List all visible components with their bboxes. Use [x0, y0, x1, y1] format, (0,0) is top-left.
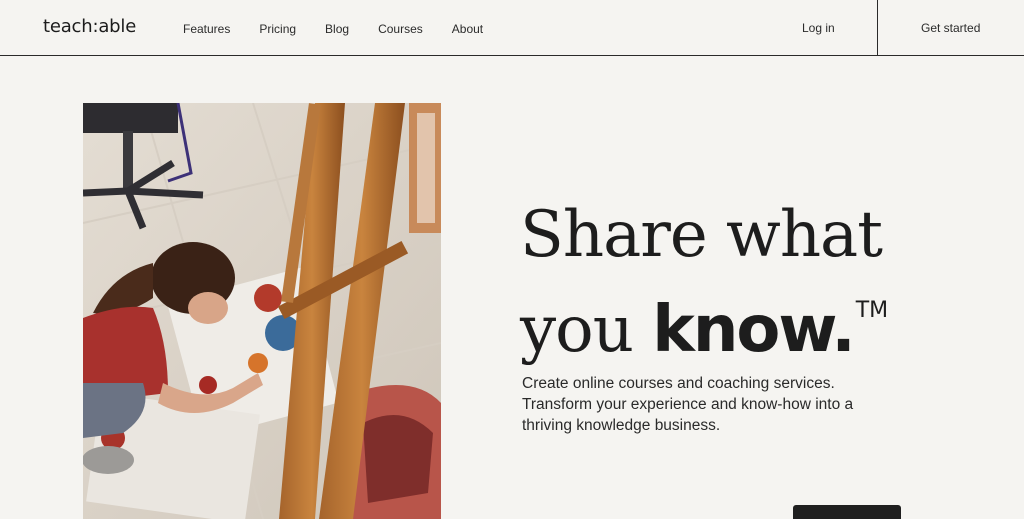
- nav-about[interactable]: About: [452, 22, 483, 36]
- nav-features[interactable]: Features: [183, 22, 230, 36]
- hero-subcopy: Create online courses and coaching servi…: [522, 375, 854, 434]
- hero-image: [83, 103, 441, 519]
- site-header: teach:able Features Pricing Blog Courses…: [0, 0, 1024, 56]
- hero-photo-illustration: [83, 103, 441, 519]
- cta-button[interactable]: [793, 505, 901, 519]
- headline-line-1: Share what: [520, 198, 883, 272]
- logo[interactable]: teach:able: [43, 16, 136, 37]
- hero-headline: Share what you know.TM: [520, 197, 960, 368]
- headline-know: know.: [652, 293, 855, 367]
- nav-pricing[interactable]: Pricing: [259, 22, 296, 36]
- nav-courses[interactable]: Courses: [378, 22, 423, 36]
- main-nav: Features Pricing Blog Courses About: [183, 22, 512, 36]
- header-divider: [877, 0, 878, 56]
- get-started-link[interactable]: Get started: [921, 21, 980, 35]
- headline-line-2: you know.TM: [520, 273, 960, 368]
- login-link[interactable]: Log in: [802, 21, 835, 35]
- headline-you: you: [520, 293, 653, 367]
- nav-blog[interactable]: Blog: [325, 22, 349, 36]
- trademark-mark: TM: [855, 298, 889, 323]
